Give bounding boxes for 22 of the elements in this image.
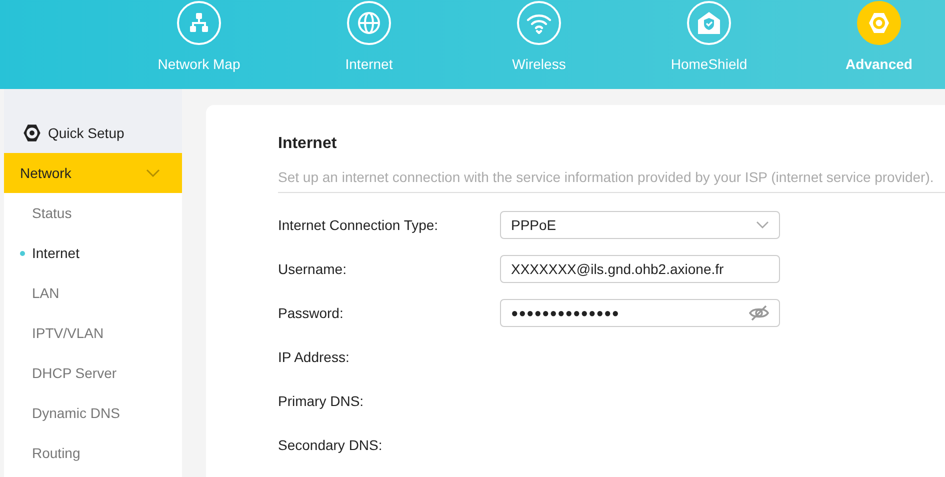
gear-icon [867, 11, 891, 35]
field-label: Internet Connection Type: [278, 217, 440, 233]
chevron-icon [146, 169, 160, 177]
field-label: Username: [278, 261, 348, 277]
field-label: IP Address: [278, 349, 350, 365]
network-map-icon [188, 12, 210, 34]
field-label: Password: [278, 305, 344, 321]
sidebar-group[interactable]: Network [4, 153, 182, 193]
globe-icon [357, 11, 381, 35]
chevron-icon [756, 221, 769, 229]
house-shield-icon [697, 11, 721, 35]
section-title: Internet [278, 135, 338, 153]
dropdown[interactable]: PPPoE [500, 211, 780, 239]
input-field[interactable]: XXXXXXX@ils.gnd.ohb2.axione.fr [500, 255, 780, 283]
section-description: Set up an internet connection with the service information provided by your ISP (internet service provider). [278, 169, 945, 193]
wifi-icon [526, 12, 552, 34]
gear-icon [22, 123, 42, 143]
eye-slash-icon[interactable] [749, 305, 769, 321]
active-dot [20, 251, 25, 256]
password-field[interactable]: ●●●●●●●●●●●●●● [500, 299, 780, 327]
field-label: Primary DNS: [278, 393, 365, 409]
field-label: Secondary DNS: [278, 437, 384, 453]
